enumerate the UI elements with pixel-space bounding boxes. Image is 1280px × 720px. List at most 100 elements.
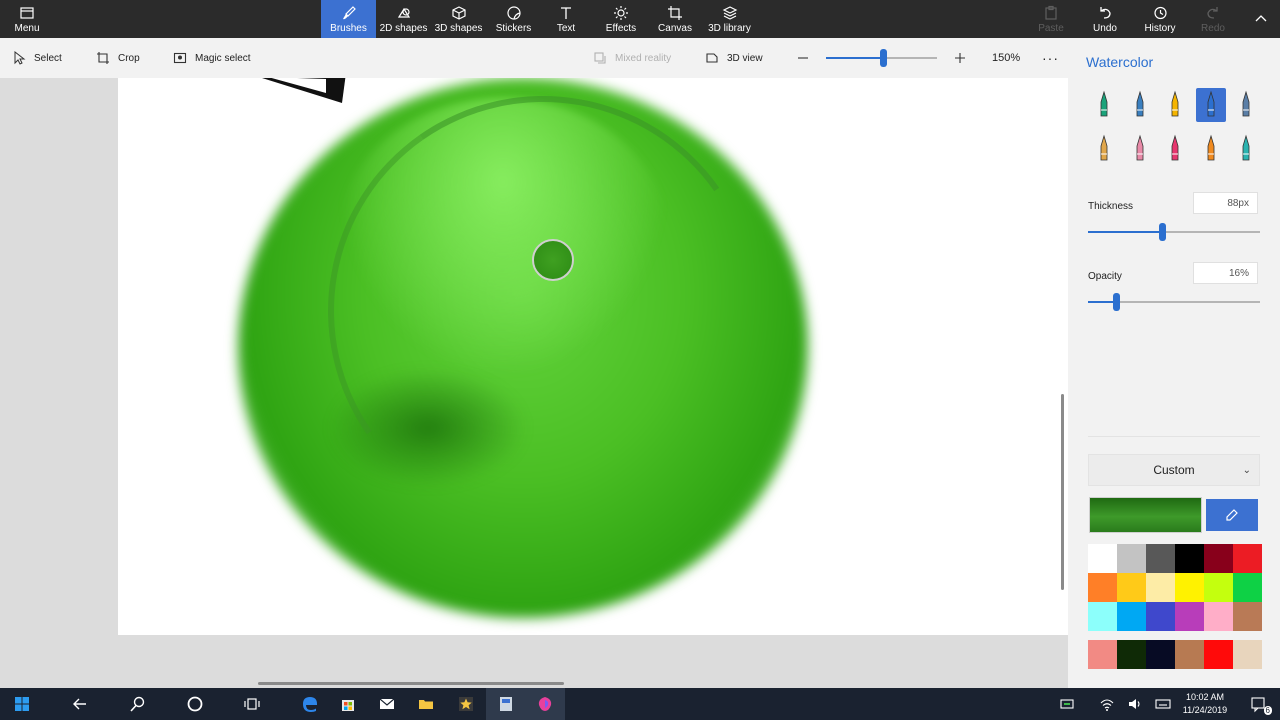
spray-can-brush-button[interactable] [1196,132,1226,166]
custom-color-swatch[interactable] [1204,640,1233,669]
thickness-field[interactable]: 88px [1193,192,1258,214]
crop-button[interactable]: Crop [96,38,140,78]
task-view-button[interactable] [232,688,272,720]
chevron-up-icon [1255,15,1267,22]
color-swatch[interactable] [1175,544,1204,573]
color-swatch[interactable] [1146,602,1175,631]
zoom-slider-thumb[interactable] [879,49,887,67]
tray-network[interactable] [1052,688,1082,720]
tab-3d-library[interactable]: 3D library [702,0,757,38]
taskbar-file-explorer[interactable] [406,688,446,720]
clock-time: 10:02 AM [1185,692,1225,702]
select-button[interactable]: Select [12,38,62,78]
watercolor-brush-brush-button[interactable] [1195,88,1226,122]
tab-canvas[interactable]: Canvas [650,0,700,38]
oil-brush-brush-button[interactable] [1160,88,1190,122]
history-label: History [1144,22,1176,34]
color-mode-dropdown[interactable]: Custom ⌄ [1088,454,1260,486]
start-button[interactable] [2,688,42,720]
paste-button[interactable]: Paste [1030,0,1072,38]
tab-label: 3D library [708,22,751,34]
color-swatch[interactable] [1117,602,1146,631]
system-clock[interactable]: 10:02 AM 11/24/2019 [1180,691,1230,717]
back-button[interactable] [60,688,100,720]
taskbar-paint-3d[interactable] [525,688,565,720]
3d-view-button[interactable]: 3D view [705,38,763,78]
mail-envelope-icon [379,698,395,709]
opacity-field[interactable]: 16% [1193,262,1258,284]
custom-color-swatch[interactable] [1175,640,1204,669]
magic-select-button[interactable]: Magic select [173,38,251,78]
pencil-brush-button[interactable] [1089,132,1119,166]
color-swatch[interactable] [1146,573,1175,602]
custom-color-swatch[interactable] [1088,640,1117,669]
history-button[interactable]: History [1138,0,1182,38]
cortana-button[interactable] [175,688,215,720]
color-swatch[interactable] [1088,544,1117,573]
tab-effects[interactable]: Effects [594,0,648,38]
taskbar-calculator[interactable] [486,688,526,720]
collapse-ribbon-button[interactable] [1246,0,1276,38]
tab-stickers[interactable]: Stickers [486,0,541,38]
thickness-slider-thumb[interactable] [1158,223,1166,241]
tray-volume[interactable] [1120,688,1150,720]
thickness-slider[interactable] [1088,223,1260,241]
vertical-scrollbar[interactable] [1061,394,1064,590]
zoom-level[interactable]: 150% [992,38,1020,78]
search-button[interactable] [118,688,158,720]
color-swatch[interactable] [1117,544,1146,573]
custom-color-swatch[interactable] [1233,640,1262,669]
tray-wifi[interactable] [1092,688,1122,720]
eraser-icon [1136,134,1143,161]
tab-2d-shapes[interactable]: 2D shapes [376,0,431,38]
crayon-brush-button[interactable] [1160,132,1190,166]
action-center-button[interactable]: 6 [1238,688,1278,720]
taskbar-mail[interactable] [367,688,407,720]
color-swatch[interactable] [1117,573,1146,602]
redo-button[interactable]: Redo [1192,0,1234,38]
effects-icon [614,5,628,20]
eraser-brush-button[interactable] [1125,132,1155,166]
color-swatch[interactable] [1088,573,1117,602]
fill-brush-button[interactable] [1231,132,1261,166]
magic-select-icon [173,52,187,64]
taskbar-edge[interactable] [290,688,330,720]
custom-color-swatch[interactable] [1146,640,1175,669]
tab-text[interactable]: Text [541,0,591,38]
zoom-slider[interactable] [826,49,937,67]
tray-input-language[interactable] [1148,688,1178,720]
calligraphy-pen-brush-button[interactable] [1125,88,1155,122]
opacity-slider[interactable] [1088,293,1260,311]
custom-color-swatch[interactable] [1117,640,1146,669]
drawing-canvas[interactable] [118,78,1068,635]
color-swatch[interactable] [1233,544,1262,573]
tab-brushes[interactable]: Brushes [321,0,376,38]
zoom-out-button[interactable] [796,38,810,78]
color-swatch[interactable] [1088,602,1117,631]
undo-button[interactable]: Undo [1084,0,1126,38]
horizontal-scrollbar[interactable] [258,682,564,685]
color-swatch[interactable] [1204,544,1233,573]
current-color-swatch[interactable] [1089,497,1202,533]
opacity-label: Opacity [1088,271,1122,282]
color-swatch[interactable] [1146,544,1175,573]
eyedropper-button[interactable] [1206,499,1258,531]
taskbar-store[interactable] [328,688,368,720]
pixel-pen-brush-button[interactable] [1231,88,1261,122]
color-swatch[interactable] [1175,573,1204,602]
zoom-in-button[interactable] [953,38,967,78]
clock-date: 11/24/2019 [1182,705,1228,715]
taskbar-movie-maker[interactable] [446,688,486,720]
color-swatch[interactable] [1233,573,1262,602]
tab-3d-shapes[interactable]: 3D shapes [431,0,486,38]
more-options-icon[interactable]: ··· [1042,38,1059,78]
color-swatch[interactable] [1175,602,1204,631]
opacity-slider-thumb[interactable] [1112,293,1120,311]
menu-button[interactable]: Menu [0,0,54,38]
marker-brush-button[interactable] [1089,88,1119,122]
color-swatch[interactable] [1204,573,1233,602]
tab-label: Stickers [495,22,532,34]
color-swatch[interactable] [1233,602,1262,631]
mixed-reality-button[interactable]: Mixed reality [593,38,671,78]
color-swatch[interactable] [1204,602,1233,631]
